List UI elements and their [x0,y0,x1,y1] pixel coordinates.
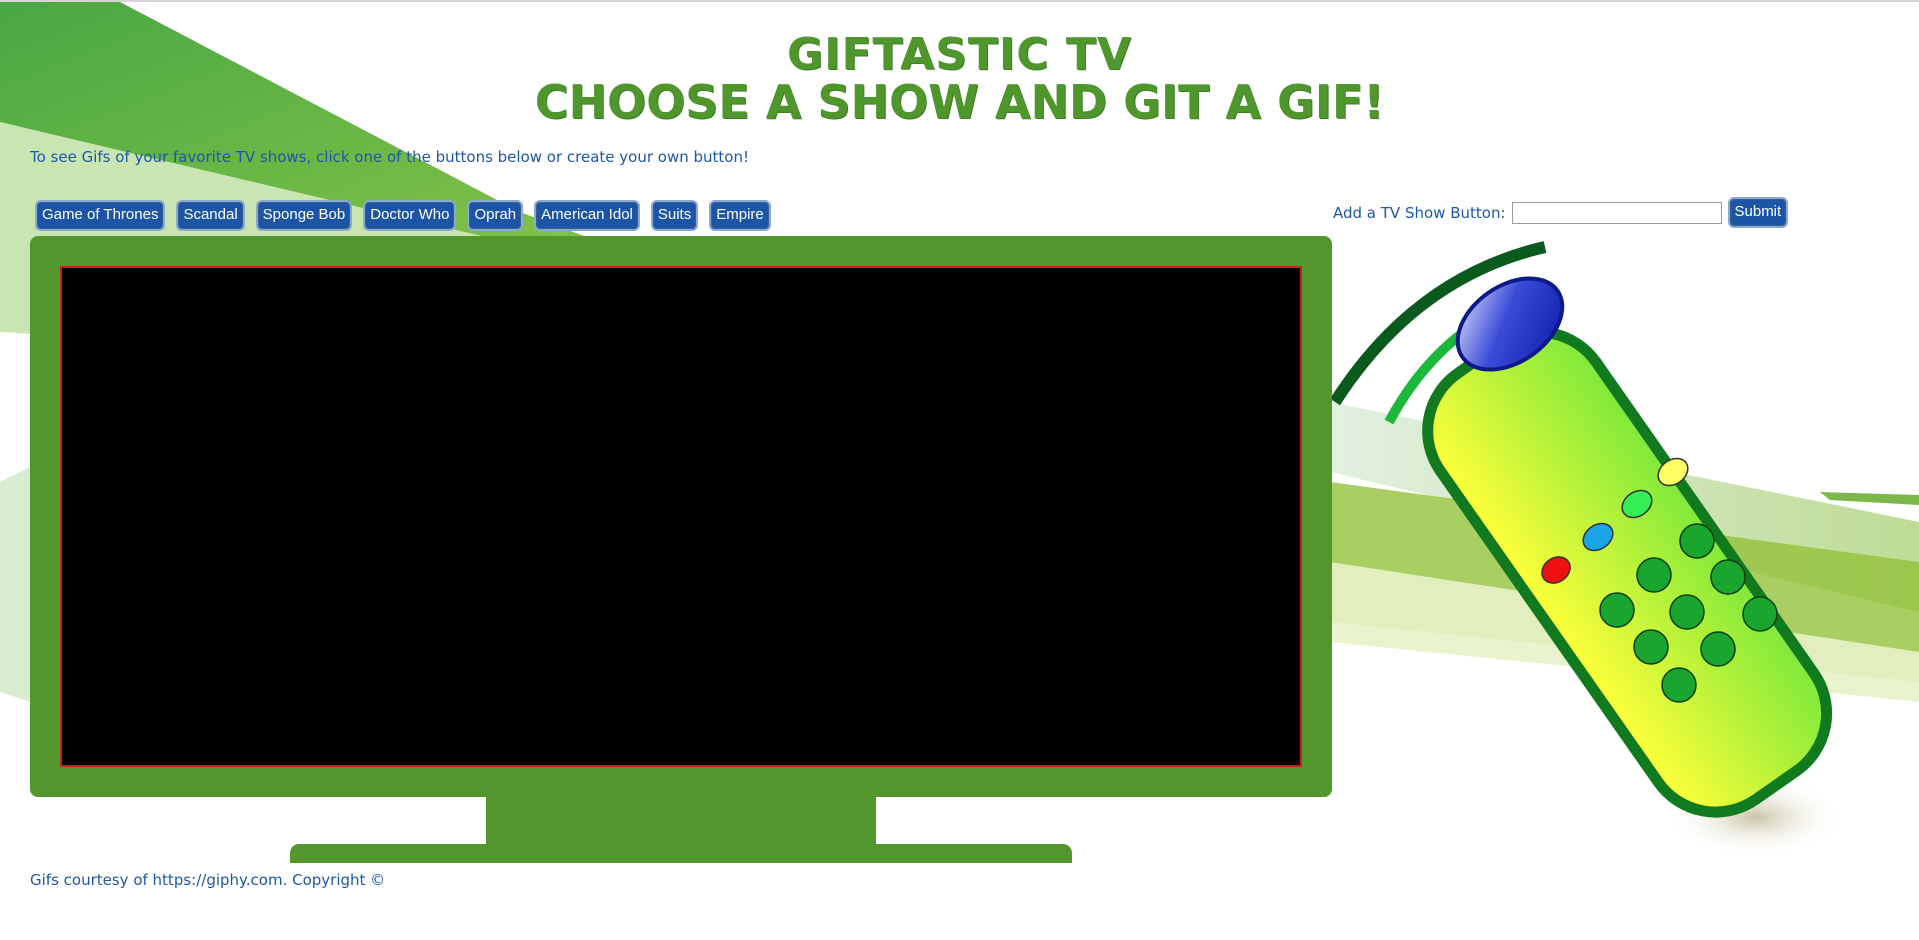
show-button-doctor-who[interactable]: Doctor Who [363,200,457,231]
show-button-row: Game of Thrones Scandal Sponge Bob Docto… [35,200,771,231]
show-button-suits[interactable]: Suits [650,200,699,231]
title-line-1: Giftastic TV [787,29,1132,80]
show-button-oprah[interactable]: Oprah [467,200,524,231]
remote-control-icon [1329,241,1845,857]
page-title: Giftastic TV Choose a Show and Git a Gif… [0,29,1919,130]
intro-text: To see Gifs of your favorite TV shows, c… [30,148,749,166]
add-show-input[interactable] [1511,201,1722,224]
gif-display-screen [60,266,1302,767]
show-button-american-idol[interactable]: American Idol [534,200,640,231]
add-show-label: Add a TV Show Button: [1333,203,1506,222]
submit-button[interactable]: Submit [1727,197,1789,228]
add-show-form: Add a TV Show Button: Submit [1333,197,1789,228]
tv-frame [30,236,1332,797]
show-button-empire[interactable]: Empire [709,200,771,231]
tv-stand-base [290,844,1072,863]
title-line-2: Choose a Show and Git a Gif! [534,75,1385,130]
show-button-scandal[interactable]: Scandal [176,200,245,231]
show-button-sponge-bob[interactable]: Sponge Bob [255,200,353,231]
show-button-game-of-thrones[interactable]: Game of Thrones [35,200,166,231]
footer-credit: Gifs courtesy of https://giphy.com. Copy… [30,871,386,889]
tv-stand-neck [486,797,876,845]
